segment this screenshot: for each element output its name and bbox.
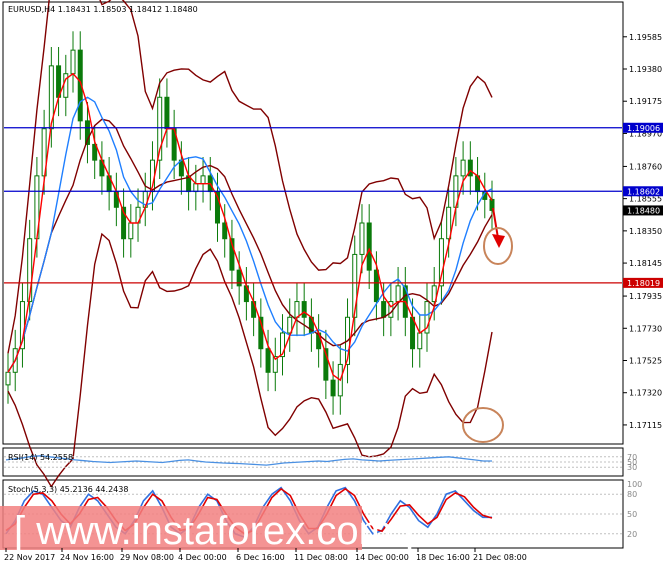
candle-body: [417, 332, 423, 350]
stoch-max-label: 100: [627, 480, 642, 489]
price-tick-label: 1.18145: [629, 259, 662, 268]
candle-body: [5, 371, 11, 386]
time-label: 4 Dec 00:00: [178, 553, 227, 562]
candle-body: [330, 379, 336, 397]
candle-body: [301, 301, 307, 318]
stoch-level-label: 20: [627, 530, 637, 539]
rsi-level-label: 30: [627, 463, 637, 472]
candle-body: [265, 348, 271, 373]
watermark-text: [ www.instaforex.com ]: [14, 509, 414, 553]
stoch-level-label: 50: [627, 510, 637, 519]
current-price-label: 1.18480: [627, 206, 660, 215]
candle-body: [366, 222, 372, 271]
stoch-level-label: 80: [627, 490, 637, 499]
candle-body: [193, 183, 199, 193]
candle-body: [128, 222, 134, 240]
price-tick-label: 1.17320: [629, 389, 662, 398]
level-label: 1.18019: [627, 279, 660, 288]
level-label: 1.19006: [627, 124, 660, 133]
price-tick-label: 1.18760: [629, 162, 662, 171]
stoch-header: Stoch(5,3,3) 45.2136 44.2438: [8, 485, 128, 494]
candle-body: [395, 285, 401, 303]
price-tick-label: 1.17730: [629, 324, 662, 333]
time-label: 24 Nov 16:00: [60, 553, 114, 562]
price-tick-label: 1.17935: [629, 292, 662, 301]
level-label: 1.18602: [627, 187, 660, 196]
candle-body: [373, 269, 379, 303]
candle-body: [460, 159, 466, 177]
candle-body: [294, 301, 300, 318]
candle-body: [200, 175, 206, 185]
price-tick-label: 1.17115: [629, 421, 662, 430]
main-header: EURUSD,H4 1.18431 1.18503 1.18412 1.1848…: [8, 5, 198, 14]
time-label: 29 Nov 08:00: [120, 553, 174, 562]
time-label: 14 Dec 00:00: [355, 553, 409, 562]
candle-body: [381, 301, 387, 318]
price-tick-label: 1.19380: [629, 65, 662, 74]
time-label: 18 Dec 16:00: [416, 553, 470, 562]
price-tick-label: 1.19585: [629, 33, 662, 42]
time-label: 11 Dec 08:00: [294, 553, 348, 562]
candle-body: [178, 159, 184, 177]
candle-body: [164, 96, 170, 130]
time-label: 6 Dec 16:00: [236, 553, 285, 562]
price-tick-label: 1.18350: [629, 227, 662, 236]
time-label: 21 Dec 08:00: [473, 553, 527, 562]
time-label: 22 Nov 2017: [4, 553, 55, 562]
forex-chart: 705030 805020100 [ www.instaforex.com ] …: [0, 0, 663, 562]
price-tick-label: 1.17525: [629, 357, 662, 366]
rsi-header: RSI(14) 54.2558: [8, 453, 73, 462]
price-tick-label: 1.19175: [629, 97, 662, 106]
main-panel: [2, 1, 624, 445]
candle-body: [359, 222, 365, 255]
candle-body: [70, 49, 76, 75]
